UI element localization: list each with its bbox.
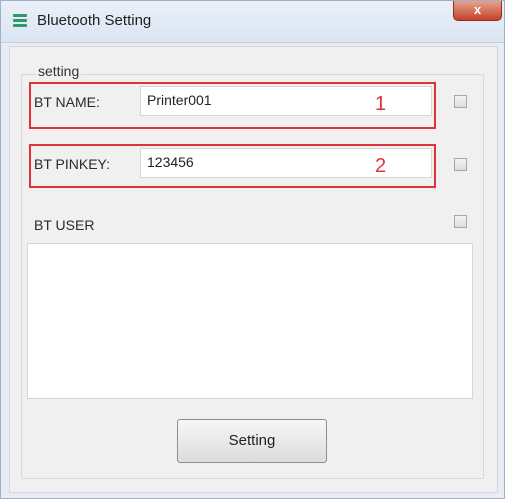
setting-group-label: setting	[36, 63, 82, 79]
app-icon	[13, 14, 27, 28]
bluetooth-setting-window: Bluetooth Setting x setting BT NAME: Pri…	[0, 0, 505, 499]
bt-user-label: BT USER	[34, 217, 95, 233]
close-icon[interactable]: x	[453, 1, 502, 21]
bt-name-checkbox[interactable]	[454, 95, 467, 108]
window-title: Bluetooth Setting	[37, 12, 152, 29]
bt-pinkey-checkbox[interactable]	[454, 158, 467, 171]
setting-button[interactable]: Setting	[177, 419, 327, 463]
marker-1: 1	[375, 93, 387, 115]
title-bar[interactable]: Bluetooth Setting x	[1, 1, 504, 43]
bt-user-textarea[interactable]	[27, 243, 473, 399]
bt-user-checkbox[interactable]	[454, 215, 467, 228]
marker-2: 2	[375, 155, 387, 177]
